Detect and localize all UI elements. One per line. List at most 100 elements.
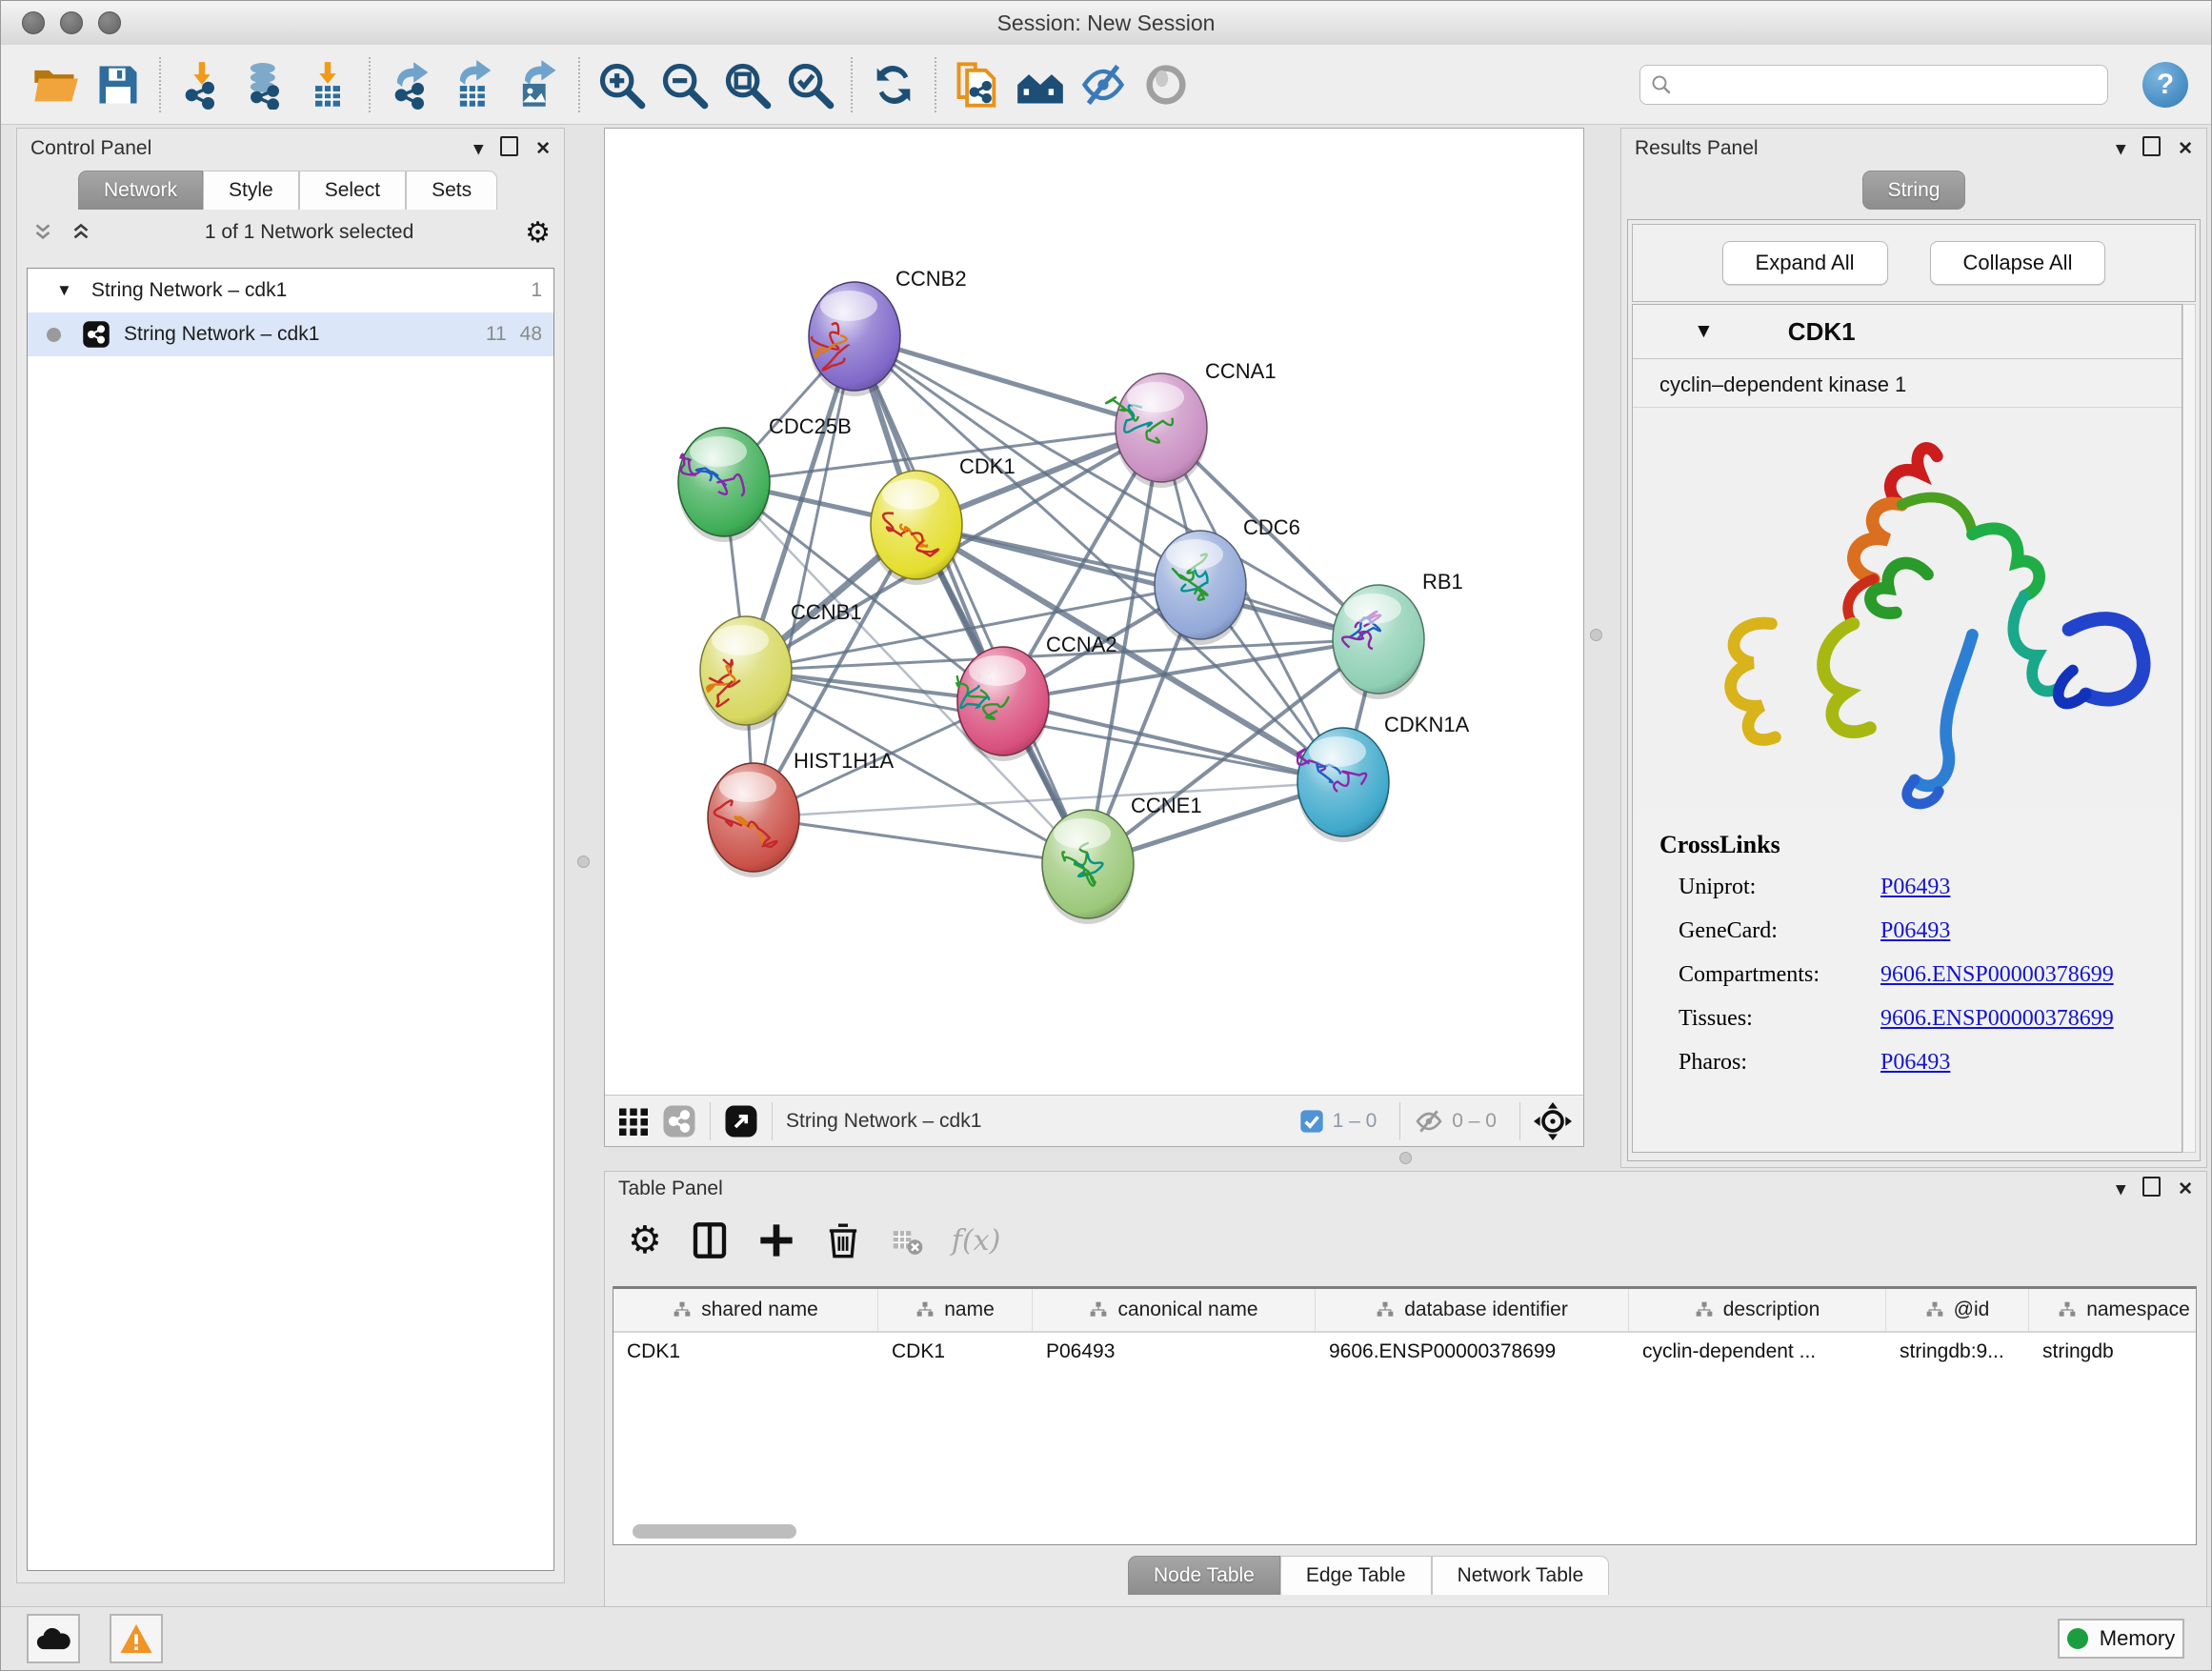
cell-database-identifier[interactable]: 9606.ENSP00000378699 <box>1316 1333 1629 1375</box>
app-window: Session: New Session <box>0 0 2212 1671</box>
column-header-shared-name[interactable]: shared name <box>613 1289 878 1331</box>
column-header-description[interactable]: description <box>1629 1289 1886 1331</box>
function-builder-icon[interactable]: f(x) <box>952 1224 1000 1258</box>
tab-sets[interactable]: Sets <box>406 171 497 210</box>
selected-checkbox-icon[interactable] <box>1298 1108 1325 1135</box>
collapse-node-icon[interactable]: ▼ <box>1694 320 1714 343</box>
crosslink-link[interactable]: 9606.ENSP00000378699 <box>1880 962 2114 988</box>
network-row-selected[interactable]: String Network – cdk1 11 48 <box>28 312 553 356</box>
node-CDKN1A[interactable]: CDKN1A <box>1297 713 1470 842</box>
save-session-button[interactable] <box>87 54 150 115</box>
zoom-out-button[interactable] <box>653 54 715 115</box>
share-network-icon[interactable] <box>662 1104 696 1138</box>
table-row[interactable]: CDK1CDK1P064939606.ENSP00000378699cyclin… <box>613 1333 2196 1375</box>
crosslink-link[interactable]: P06493 <box>1880 875 1950 900</box>
close-panel-icon[interactable]: ✕ <box>2178 138 2193 160</box>
column-header-@id[interactable]: @id <box>1886 1289 2029 1331</box>
results-scrollbar[interactable] <box>2182 304 2196 1153</box>
import-table-file-button[interactable] <box>296 54 359 115</box>
crosshair-icon[interactable] <box>1534 1102 1572 1140</box>
cloud-button[interactable] <box>27 1614 80 1663</box>
collapse-all-button[interactable]: Collapse All <box>1930 241 2106 285</box>
node-RB1[interactable]: RB1 <box>1333 570 1463 699</box>
import-network-file-button[interactable] <box>171 54 233 115</box>
first-neighbors-button[interactable] <box>1009 54 1072 115</box>
table-hscrollbar[interactable] <box>633 1524 796 1539</box>
close-panel-icon[interactable]: ✕ <box>535 138 551 160</box>
memory-button[interactable]: Memory <box>2058 1619 2184 1659</box>
hide-selected-button[interactable] <box>1072 54 1135 115</box>
export-view-icon[interactable] <box>724 1104 758 1138</box>
network-collection-row[interactable]: ▼ String Network – cdk1 1 <box>28 269 553 312</box>
left-splitter-handle[interactable] <box>577 856 590 868</box>
edge-CCNB2-HIST1H1A[interactable] <box>754 336 855 817</box>
tab-select[interactable]: Select <box>299 171 406 210</box>
float-panel-icon[interactable]: ▾ <box>2117 138 2126 160</box>
network-options-gear-icon[interactable]: ⚙ <box>525 216 551 250</box>
export-table-button[interactable] <box>443 54 506 115</box>
column-header-name[interactable]: name <box>878 1289 1033 1331</box>
cell-@id[interactable]: stringdb:9... <box>1886 1333 2029 1375</box>
column-header-database-identifier[interactable]: database identifier <box>1316 1289 1629 1331</box>
tab-network-table[interactable]: Network Table <box>1432 1556 1610 1595</box>
clone-network-button[interactable] <box>946 54 1009 115</box>
float-panel-icon[interactable]: ▾ <box>2117 1178 2126 1200</box>
show-graphics-details-button[interactable] <box>1135 54 1197 115</box>
node-HIST1H1A[interactable]: HIST1H1A <box>708 749 894 877</box>
table-options-gear-icon[interactable]: ⚙ <box>628 1221 662 1259</box>
crosslink-link[interactable]: P06493 <box>1880 918 1950 944</box>
node-card-header[interactable]: ▼ CDK1 <box>1633 305 2182 359</box>
cell-description[interactable]: cyclin-dependent ... <box>1629 1333 1886 1375</box>
crosslink-link[interactable]: 9606.ENSP00000378699 <box>1880 1006 2114 1032</box>
cell-namespace[interactable]: stringdb <box>2029 1333 2197 1375</box>
show-columns-icon[interactable] <box>691 1221 729 1259</box>
maximize-panel-icon[interactable] <box>500 136 518 162</box>
edge-CDK1-RB1[interactable] <box>916 525 1378 639</box>
node-CDK1[interactable]: CDK1 <box>871 454 1016 585</box>
export-network-button[interactable] <box>380 54 443 115</box>
close-panel-icon[interactable]: ✕ <box>2178 1178 2193 1200</box>
birdseye-grid-icon[interactable] <box>616 1104 651 1138</box>
zoom-selected-button[interactable] <box>778 54 841 115</box>
warnings-button[interactable] <box>110 1614 163 1663</box>
maximize-panel-icon[interactable] <box>2142 136 2161 162</box>
network-graph[interactable]: CCNB2CCNA1CDC25BCDK1CDC6RB1CCNB1CCNA2CDK… <box>605 129 1583 1095</box>
collapse-all-icon[interactable] <box>30 220 55 245</box>
cell-name[interactable]: CDK1 <box>878 1333 1033 1375</box>
import-network-database-button[interactable] <box>233 54 296 115</box>
edge-CCNB2-CCNA1[interactable] <box>855 336 1161 428</box>
delete-table-icon[interactable] <box>891 1224 923 1257</box>
edge-HIST1H1A-CCNE1[interactable] <box>754 817 1088 864</box>
tab-network[interactable]: Network <box>78 171 203 210</box>
refresh-button[interactable] <box>862 54 925 115</box>
zoom-fit-button[interactable] <box>715 54 778 115</box>
expand-all-button[interactable]: Expand All <box>1722 241 1888 285</box>
node-CCNB2[interactable]: CCNB2 <box>809 267 967 396</box>
tab-edge-table[interactable]: Edge Table <box>1280 1556 1432 1595</box>
delete-column-icon[interactable] <box>824 1221 862 1259</box>
tab-style[interactable]: Style <box>203 171 299 210</box>
tab-string[interactable]: String <box>1862 171 1966 210</box>
zoom-in-button[interactable] <box>590 54 653 115</box>
add-column-icon[interactable] <box>757 1221 795 1259</box>
cell-shared-name[interactable]: CDK1 <box>613 1333 878 1375</box>
horizontal-splitter-handle[interactable] <box>1399 1152 1412 1164</box>
cell-canonical-name[interactable]: P06493 <box>1033 1333 1316 1375</box>
crosslink-link[interactable]: P06493 <box>1880 1050 1950 1076</box>
hidden-eye-slash-icon[interactable] <box>1414 1106 1444 1137</box>
search-input[interactable] <box>1680 72 2098 96</box>
tree-expand-icon[interactable]: ▼ <box>56 281 72 300</box>
expand-all-icon[interactable] <box>69 220 93 245</box>
node-CCNA1[interactable]: CCNA1 <box>1106 359 1276 488</box>
maximize-panel-icon[interactable] <box>2142 1177 2161 1202</box>
edge-CCNB2-CCNE1[interactable] <box>855 336 1088 864</box>
column-header-namespace[interactable]: namespace <box>2029 1289 2197 1331</box>
open-session-button[interactable] <box>24 54 87 115</box>
network-canvas[interactable]: CCNB2CCNA1CDC25BCDK1CDC6RB1CCNB1CCNA2CDK… <box>605 129 1583 1095</box>
float-panel-icon[interactable]: ▾ <box>474 138 484 160</box>
export-image-button[interactable] <box>506 54 569 115</box>
tab-node-table[interactable]: Node Table <box>1128 1556 1280 1595</box>
help-button[interactable]: ? <box>2142 62 2188 108</box>
column-header-canonical-name[interactable]: canonical name <box>1033 1289 1316 1331</box>
right-splitter-handle[interactable] <box>1590 629 1602 641</box>
